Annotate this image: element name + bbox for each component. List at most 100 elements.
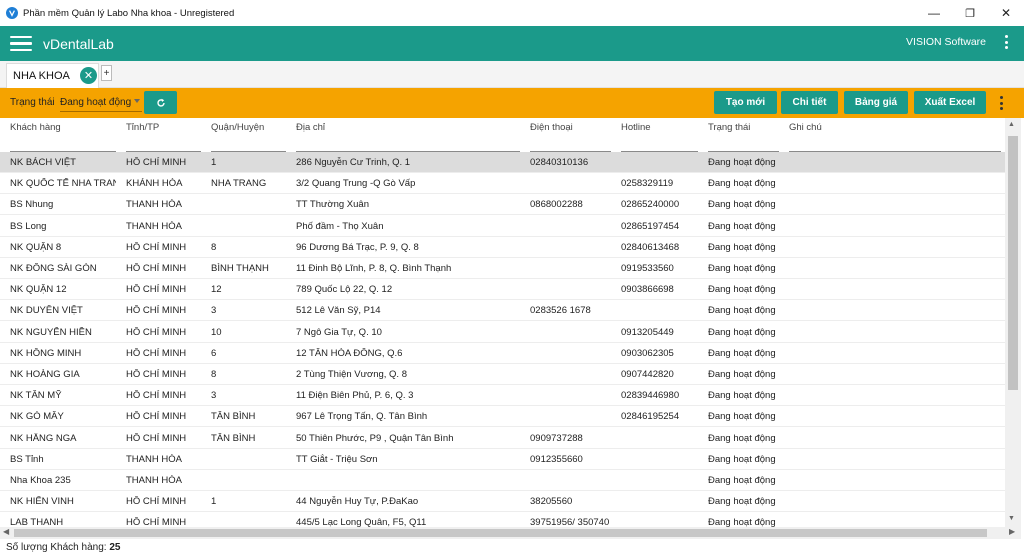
table-row[interactable]: NK NGUYỄN HIỀN HỒ CHÍ MINH 10 7 Ngô Gia Tự,…: [0, 322, 1005, 343]
company-name: VISION Software: [906, 36, 986, 48]
app-brand: vDentalLab: [43, 35, 114, 52]
customer-table: Khách hàng Tỉnh/TP Quận/Huyện Địa chỉ Đi…: [0, 118, 1005, 527]
table-cell: 0283526 1678: [530, 305, 591, 317]
table-cell: NK BÁCH VIỆT: [10, 157, 76, 168]
column-header[interactable]: Quận/Huyện: [211, 122, 264, 133]
table-row[interactable]: NK HIỂN VINH HỒ CHÍ MINH 1 44 Nguyễn Huy Tự…: [0, 491, 1005, 513]
scroll-right-icon[interactable]: ▶: [1009, 527, 1015, 536]
horizontal-scrollbar[interactable]: ◀ ▶: [0, 527, 1021, 539]
table-cell: 967 Lê Trọng Tấn, Q. Tân Bình: [296, 411, 428, 423]
restore-button[interactable]: ❐: [952, 0, 988, 26]
table-cell: 445/5 Lạc Long Quân, F5, Q11: [296, 517, 427, 527]
column-header[interactable]: Hotline: [621, 122, 651, 133]
table-cell: NK GÒ MÂY: [10, 411, 64, 423]
status-bar: Số lượng Khách hàng: 25: [0, 539, 1024, 559]
table-cell: 02865240000: [621, 199, 680, 211]
column-header[interactable]: Điện thoại: [530, 122, 573, 133]
table-row[interactable]: NK QUỐC TẾ NHA TRANG KHÁNH HÒA NHA TRANG 3/…: [0, 173, 1005, 195]
table-cell: 0909737288: [530, 432, 583, 444]
table-row[interactable]: NK QUẬN 12 HỒ CHÍ MINH 12 789 Quốc Lộ 22, Q…: [0, 279, 1005, 301]
table-cell: Đang hoạt động: [708, 390, 776, 402]
scroll-up-icon[interactable]: ▲: [1008, 121, 1015, 128]
table-row[interactable]: BS Tỉnh THANH HÓA TT Giắt - Triệu Sơn 09123…: [0, 449, 1005, 470]
table-cell: Đang hoạt động: [708, 241, 776, 253]
more-vertical-icon[interactable]: [1000, 96, 1003, 110]
table-cell: HỒ CHÍ MINH: [126, 326, 187, 338]
add-tab-button[interactable]: +: [101, 65, 112, 81]
minimize-button[interactable]: —: [916, 0, 952, 26]
scroll-left-icon[interactable]: ◀: [3, 527, 9, 536]
export-excel-button[interactable]: Xuất Excel: [914, 91, 986, 114]
table-cell: 0903062305: [621, 347, 674, 359]
table-cell: THANH HÓA: [126, 199, 182, 211]
table-cell: Đang hoạt động: [708, 369, 776, 380]
table-cell: NK HOÀNG GIA: [10, 369, 80, 380]
table-row[interactable]: BS Long THANH HÓA Phố đầm - Thọ Xuân 028651…: [0, 216, 1005, 237]
table-cell: THANH HÓA: [126, 453, 182, 465]
close-tab-icon[interactable]: ✕: [80, 67, 97, 84]
table-cell: 39751956/ 350740: [530, 517, 610, 527]
table-cell: HỒ CHÍ MINH: [126, 496, 187, 508]
table-cell: NK TÂN MỸ: [10, 390, 62, 402]
customer-count: Số lượng Khách hàng: 25: [6, 542, 120, 553]
window-titlebar: Phần mềm Quản lý Labo Nha khoa - Unregis…: [0, 0, 1024, 26]
detail-button[interactable]: Chi tiết: [781, 91, 838, 114]
table-cell: 2 Tùng Thiện Vương, Q. 8: [296, 369, 407, 380]
table-row[interactable]: NK HỒNG MINH HỒ CHÍ MINH 6 12 TÂN HÒA ĐÔNG,…: [0, 343, 1005, 364]
refresh-button[interactable]: [144, 91, 177, 114]
app-logo-icon: [6, 7, 18, 19]
table-cell: HỒ CHÍ MINH: [126, 263, 187, 274]
tab-bar: NHA KHOA ✕ +: [0, 61, 1024, 88]
table-cell: 0913205449: [621, 326, 674, 338]
column-header[interactable]: Ghi chú: [789, 122, 822, 133]
scroll-down-icon[interactable]: ▼: [1008, 515, 1015, 522]
table-cell: Đang hoạt động: [708, 453, 776, 465]
table-cell: 44 Nguyễn Huy Tự, P.ĐaKao: [296, 496, 419, 508]
table-cell: BS Nhung: [10, 199, 54, 211]
table-row[interactable]: BS Nhung THANH HÓA TT Thường Xuân 086800228…: [0, 194, 1005, 216]
table-cell: Đang hoạt động: [708, 284, 776, 296]
table-cell: HỒ CHÍ MINH: [126, 369, 187, 380]
table-row[interactable]: NK ĐÔNG SÀI GÒN HỒ CHÍ MINH BÌNH THẠNH 11 Đ…: [0, 258, 1005, 279]
table-row[interactable]: NK DUYÊN VIỆT HỒ CHÍ MINH 3 512 Lê Văn Sỹ, …: [0, 300, 1005, 322]
create-button[interactable]: Tạo mới: [714, 91, 777, 114]
vertical-scrollbar[interactable]: ▲ ▼: [1005, 118, 1021, 527]
table-row[interactable]: Nha Khoa 235 THANH HÓA Đang hoạt động: [0, 470, 1005, 491]
table-cell: THANH HÓA: [126, 475, 182, 486]
table-cell: 0912355660: [530, 453, 583, 465]
table-cell: 0868002288: [530, 199, 583, 211]
table-cell: HỒ CHÍ MINH: [126, 241, 187, 253]
toolbar: Trạng thái Đang hoạt động Tạo mới Chi ti…: [0, 88, 1024, 118]
table-cell: NK NGUYỄN HIỀN: [10, 326, 92, 338]
table-cell: NK HIỂN VINH: [10, 496, 74, 508]
price-list-button[interactable]: Bảng giá: [844, 91, 908, 114]
table-row[interactable]: LAB THANH HỒ CHÍ MINH 445/5 Lạc Long Quân,…: [0, 512, 1005, 527]
table-cell: Đang hoạt động: [708, 475, 776, 486]
menu-icon[interactable]: [10, 35, 32, 52]
table-cell: Đang hoạt động: [708, 411, 776, 423]
tab-label: NHA KHOA: [13, 70, 70, 82]
vertical-scroll-thumb[interactable]: [1008, 136, 1018, 390]
refresh-icon: [156, 98, 165, 107]
table-cell: 1: [211, 157, 217, 168]
column-header[interactable]: Địa chỉ: [296, 122, 325, 133]
table-cell: HỒ CHÍ MINH: [126, 284, 187, 296]
tab-nha-khoa[interactable]: NHA KHOA ✕: [6, 63, 99, 88]
table-row[interactable]: NK GÒ MÂY HỒ CHÍ MINH TÂN BÌNH 967 Lê Trọng…: [0, 406, 1005, 428]
table-cell: NK HỒNG MINH: [10, 347, 82, 359]
status-filter-select[interactable]: Đang hoạt động: [60, 93, 142, 112]
more-vertical-icon[interactable]: [1005, 35, 1008, 49]
table-row[interactable]: NK QUẬN 8 HỒ CHÍ MINH 8 96 Dương Bá Trạc, P…: [0, 237, 1005, 258]
horizontal-scroll-thumb[interactable]: [14, 529, 987, 537]
table-cell: 0903866698: [621, 284, 674, 296]
table-row[interactable]: NK HẰNG NGA HỒ CHÍ MINH TÂN BÌNH 50 Thiên P…: [0, 428, 1005, 449]
close-window-button[interactable]: ✕: [988, 0, 1024, 26]
column-header[interactable]: Tỉnh/TP: [126, 122, 159, 133]
table-cell: 50 Thiên Phước, P9 , Quận Tân Bình: [296, 432, 454, 444]
column-header[interactable]: Khách hàng: [10, 122, 61, 133]
customer-count-value: 25: [109, 542, 121, 553]
table-row[interactable]: NK TÂN MỸ HỒ CHÍ MINH 3 11 Điện Biên Phủ, P…: [0, 385, 1005, 407]
column-header[interactable]: Trạng thái: [708, 122, 750, 133]
table-row[interactable]: NK BÁCH VIỆT HỒ CHÍ MINH 1 286 Nguyễn Cư Tr…: [0, 152, 1005, 173]
table-row[interactable]: NK HOÀNG GIA HỒ CHÍ MINH 8 2 Tùng Thiện Vươ…: [0, 364, 1005, 385]
